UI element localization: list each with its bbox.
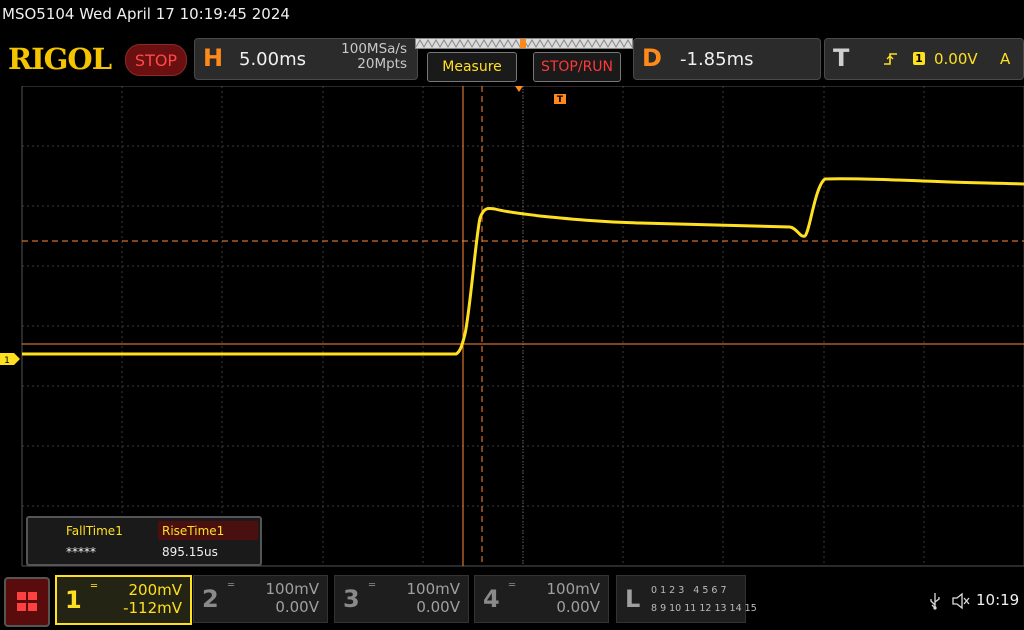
dc-coupling-icon: ═ — [228, 580, 235, 591]
channel-1-number: 1 — [65, 586, 82, 614]
trigger-panel[interactable]: T 1 0.00V A — [824, 38, 1024, 80]
channel-3-number: 3 — [343, 585, 360, 613]
memory-depth: 20Mpts — [357, 56, 407, 72]
channel-1-offset: -112mV — [123, 599, 182, 617]
rigol-logo: RIGOL — [8, 42, 112, 76]
timebase-value: 5.00ms — [239, 49, 306, 70]
fall-time-label: FallTime1 — [66, 524, 123, 538]
channel-1-panel[interactable]: 1 ═ 200mV -112mV — [55, 575, 192, 625]
overview-position-marker — [520, 39, 526, 48]
menu-grid-icon — [17, 592, 37, 611]
horizontal-panel[interactable]: H 5.00ms 100MSa/s 20Mpts — [194, 38, 418, 80]
memory-overview-strip[interactable] — [415, 38, 633, 49]
grid-lines — [21, 86, 1024, 567]
channel-3-panel[interactable]: 3 ═ 100mV 0.00V — [334, 575, 469, 623]
channel-1-settings: 200mV -112mV — [123, 581, 182, 617]
rise-time-value: 895.15us — [162, 545, 218, 559]
trigger-letter: T — [833, 44, 850, 72]
stop-run-button[interactable]: STOP/RUN — [533, 52, 621, 82]
logic-channels-row-1: 0 1 2 3 4 5 6 7 — [651, 585, 727, 596]
measure-button[interactable]: Measure — [427, 52, 517, 82]
channel-2-offset: 0.00V — [275, 598, 319, 616]
status-clock: 10:19 — [976, 591, 1020, 609]
dc-coupling-icon: ═ — [91, 581, 98, 592]
rising-edge-icon — [883, 51, 899, 71]
run-state-button[interactable]: STOP — [125, 44, 187, 76]
speaker-muted-icon[interactable] — [951, 592, 971, 614]
logic-channels-row-2: 8 9 10 11 12 13 14 15 — [651, 603, 757, 614]
dc-coupling-icon: ═ — [509, 580, 516, 591]
horizontal-letter: H — [203, 44, 224, 72]
channel-4-offset: 0.00V — [556, 598, 600, 616]
delay-panel[interactable]: D -1.85ms — [633, 38, 821, 80]
channel-3-scale: 100mV — [406, 580, 460, 598]
model-datetime: MSO5104 Wed April 17 10:19:45 2024 — [2, 5, 290, 23]
dc-coupling-icon: ═ — [369, 580, 376, 591]
channel-2-settings: 100mV 0.00V — [265, 580, 319, 616]
trigger-mode: A — [1000, 50, 1011, 68]
trigger-level: 0.00V — [934, 50, 978, 68]
menu-grid-button[interactable] — [4, 577, 50, 627]
fall-time-value: ***** — [66, 545, 96, 559]
channel-2-scale: 100mV — [265, 580, 319, 598]
logic-letter: L — [625, 585, 641, 613]
channel-2-number: 2 — [202, 585, 219, 613]
trigger-time-marker-label: T — [557, 95, 564, 105]
trigger-channel-badge: 1 — [913, 52, 925, 65]
acquisition-info: 100MSa/s 20Mpts — [323, 42, 407, 72]
delay-value: -1.85ms — [680, 49, 754, 70]
channel-1-scale: 200mV — [128, 581, 182, 599]
sample-rate: 100MSa/s — [341, 41, 407, 57]
logic-analyzer-panel[interactable]: L 0 1 2 3 4 5 6 7 8 9 10 11 12 13 14 15 — [616, 575, 757, 623]
channel-2-panel[interactable]: 2 ═ 100mV 0.00V — [193, 575, 328, 623]
channel1-offset-marker-label: 1 — [4, 356, 10, 366]
trigger-position-marker — [515, 86, 523, 92]
rise-time-label: RiseTime1 — [162, 524, 225, 538]
channel-4-panel[interactable]: 4 ═ 100mV 0.00V — [474, 575, 609, 623]
channel-3-settings: 100mV 0.00V — [406, 580, 460, 616]
waveform-grid[interactable]: T 1 — [0, 86, 1024, 568]
channel-3-offset: 0.00V — [416, 598, 460, 616]
channel1-offset-marker — [0, 353, 20, 365]
delay-letter: D — [642, 44, 662, 72]
measurement-panel[interactable]: FallTime1 ***** RiseTime1 895.15us — [26, 516, 262, 566]
usb-icon — [928, 592, 942, 614]
channel-4-settings: 100mV 0.00V — [546, 580, 600, 616]
channel-4-scale: 100mV — [546, 580, 600, 598]
channel-4-number: 4 — [483, 585, 500, 613]
